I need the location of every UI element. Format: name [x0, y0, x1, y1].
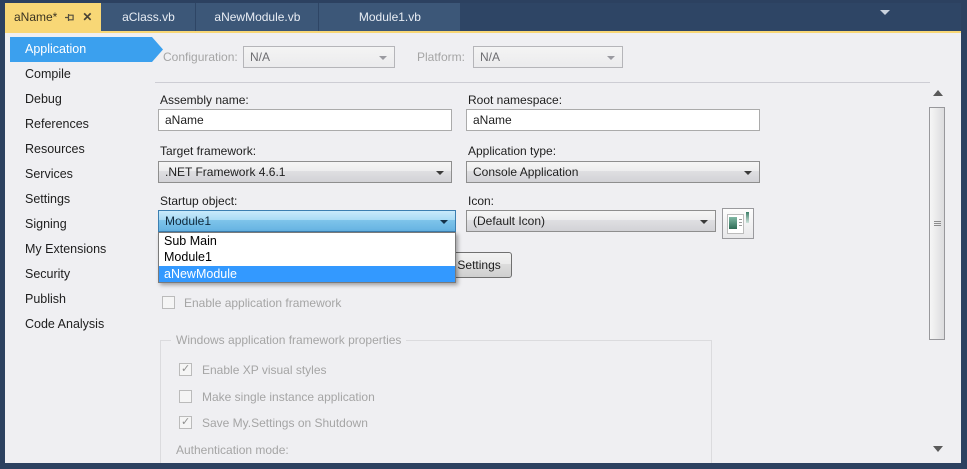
document-tab-strip: aName* ✕ aClass.vb aNewModule.vb Module1…: [5, 3, 961, 31]
enable-xp-visual-styles-label: Enable XP visual styles: [202, 363, 327, 377]
tab-aclass[interactable]: aClass.vb: [101, 3, 197, 31]
assembly-name-input[interactable]: aName: [158, 109, 452, 131]
sidebar-item-signing[interactable]: Signing: [10, 212, 150, 237]
application-type-label: Application type:: [468, 144, 557, 158]
assembly-name-label: Assembly name:: [160, 93, 249, 107]
sidebar-item-services[interactable]: Services: [10, 162, 150, 187]
configuration-value: N/A: [250, 50, 271, 64]
target-framework-value: .NET Framework 4.6.1: [165, 165, 286, 179]
startup-object-combobox[interactable]: Module1: [158, 210, 456, 232]
chevron-down-icon: [700, 220, 708, 224]
make-single-instance-label: Make single instance application: [202, 390, 375, 404]
scrollbar-grip: [934, 221, 941, 222]
configuration-combobox: N/A: [243, 46, 395, 68]
tab-aname-active[interactable]: aName* ✕: [5, 3, 102, 31]
close-icon[interactable]: ✕: [82, 11, 92, 23]
root-namespace-input[interactable]: aName: [466, 109, 760, 131]
sidebar-item-my-extensions[interactable]: My Extensions: [10, 237, 150, 262]
tab-list-chevron-down-icon[interactable]: [880, 10, 890, 15]
chevron-down-icon: [436, 171, 444, 175]
sidebar-item-publish[interactable]: Publish: [10, 287, 150, 312]
make-single-instance-checkbox: [179, 390, 192, 403]
sidebar-item-security[interactable]: Security: [10, 262, 150, 287]
target-framework-label: Target framework:: [160, 144, 257, 158]
platform-label: Platform:: [417, 50, 466, 64]
pin-icon[interactable]: [64, 12, 75, 23]
application-type-combobox[interactable]: Console Application: [466, 161, 760, 183]
framework-properties-groupbox: Windows application framework properties…: [160, 333, 712, 463]
icon-preview-button[interactable]: [722, 208, 754, 239]
icon-combobox[interactable]: (Default Icon): [466, 210, 716, 232]
sidebar-item-application[interactable]: Application: [10, 37, 163, 62]
project-properties-window: aName* ✕ aClass.vb aNewModule.vb Module1…: [0, 0, 967, 469]
icon-colorbar: [746, 212, 749, 223]
sidebar-item-settings[interactable]: Settings: [10, 187, 150, 212]
chevron-down-icon: [744, 171, 752, 175]
framework-properties-group-title: Windows application framework properties: [171, 333, 407, 347]
platform-value: N/A: [480, 50, 501, 64]
target-framework-combobox[interactable]: .NET Framework 4.6.1: [158, 161, 452, 183]
enable-application-framework-label: Enable application framework: [184, 296, 342, 310]
vertical-scrollbar[interactable]: [928, 86, 948, 456]
startup-object-label: Startup object:: [160, 194, 238, 208]
enable-xp-visual-styles-checkbox: [179, 362, 192, 376]
scroll-up-icon[interactable]: [933, 90, 943, 96]
save-my-settings-checkbox: [179, 415, 192, 429]
authentication-mode-label: Authentication mode:: [176, 443, 289, 457]
application-type-value: Console Application: [473, 165, 579, 179]
platform-combobox: N/A: [473, 46, 623, 68]
sidebar-item-references[interactable]: References: [10, 112, 150, 137]
default-app-icon: [727, 214, 744, 234]
dropdown-option-anewmodule[interactable]: aNewModule: [159, 265, 455, 282]
tab-module1[interactable]: Module1.vb: [319, 3, 462, 31]
chevron-down-icon: [440, 220, 448, 224]
sidebar-item-resources[interactable]: Resources: [10, 137, 150, 162]
dropdown-option-module1[interactable]: Module1: [159, 249, 455, 265]
sidebar-item-debug[interactable]: Debug: [10, 87, 150, 112]
section-divider: [155, 82, 930, 83]
root-namespace-label: Root namespace:: [468, 93, 563, 107]
tab-anewmodule[interactable]: aNewModule.vb: [196, 3, 320, 31]
configuration-label: Configuration:: [163, 50, 238, 64]
scrollbar-thumb[interactable]: [929, 107, 945, 340]
chevron-down-icon: [607, 56, 615, 60]
application-settings-page: Application Compile Debug References Res…: [5, 33, 961, 463]
enable-application-framework-checkbox: [162, 296, 175, 309]
sidebar-item-code-analysis[interactable]: Code Analysis: [10, 312, 150, 337]
startup-object-dropdown-list: Sub Main Module1 aNewModule: [158, 232, 456, 283]
startup-object-value: Module1: [165, 214, 212, 228]
sidebar-item-compile[interactable]: Compile: [10, 62, 150, 87]
chevron-down-icon: [379, 56, 387, 60]
scroll-down-icon[interactable]: [933, 446, 943, 452]
save-my-settings-label: Save My.Settings on Shutdown: [202, 416, 368, 430]
dropdown-option-sub-main[interactable]: Sub Main: [159, 233, 455, 249]
icon-label: Icon:: [468, 194, 495, 208]
icon-value: (Default Icon): [473, 214, 546, 228]
active-tab-label: aName*: [14, 10, 58, 24]
